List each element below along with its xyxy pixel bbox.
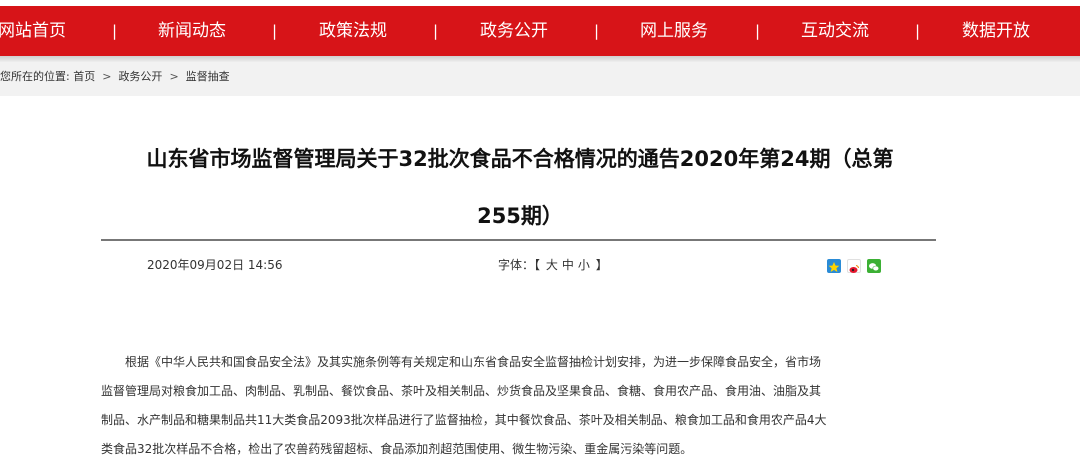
nav-item-interaction[interactable]: 互动交流 xyxy=(801,6,869,56)
nav-separator: | xyxy=(433,22,439,40)
nav-separator: | xyxy=(112,22,118,40)
nav-item-news[interactable]: 新闻动态 xyxy=(158,6,226,56)
article-title-line-2: 255期） xyxy=(477,204,563,228)
breadcrumb-gov-affairs[interactable]: 政务公开 xyxy=(118,70,162,83)
breadcrumb-bar: 您所在的位置: 首页 > 政务公开 > 监督抽查 xyxy=(0,62,1080,96)
nav-separator: | xyxy=(755,22,761,40)
breadcrumb-separator: > xyxy=(102,70,112,83)
body-line: 类食品32批次样品不合格，检出了农兽药残留超标、食品添加剂超范围使用、微生物污染… xyxy=(101,442,693,456)
nav-separator: | xyxy=(272,22,278,40)
font-bracket-close: 】 xyxy=(595,258,608,272)
font-size-large[interactable]: 大 xyxy=(544,258,560,272)
breadcrumb-separator: > xyxy=(169,70,179,83)
nav-item-online-service[interactable]: 网上服务 xyxy=(640,6,708,56)
breadcrumb-home[interactable]: 首页 xyxy=(73,70,95,83)
nav-item-policy[interactable]: 政策法规 xyxy=(319,6,387,56)
page: 网站首页 | 新闻动态 | 政策法规 | 政务公开 | 网上服务 | 互动交流 … xyxy=(0,0,1080,458)
body-line: 根据《中华人民共和国食品安全法》及其实施条例等有关规定和山东省食品安全监督抽检计… xyxy=(125,355,822,369)
font-size-label: 字体： xyxy=(498,258,535,272)
font-size-selector: 字体：【 大中小 】 xyxy=(498,256,608,273)
publish-date: 2020年09月02日 14:56 xyxy=(147,258,283,272)
nav-item-gov-affairs[interactable]: 政务公开 xyxy=(480,6,548,56)
font-size-medium[interactable]: 中 xyxy=(560,258,576,272)
title-divider xyxy=(101,239,936,241)
font-bracket-open: 【 xyxy=(534,258,541,272)
font-size-small[interactable]: 小 xyxy=(576,258,592,272)
nav-item-home[interactable]: 网站首页 xyxy=(0,6,66,56)
article-title-line-1: 山东省市场监督管理局关于32批次食品不合格情况的通告2020年第24期（总第 xyxy=(146,147,894,171)
nav-separator: | xyxy=(915,22,921,40)
breadcrumb: 您所在的位置: 首页 > 政务公开 > 监督抽查 xyxy=(0,62,230,96)
breadcrumb-supervision[interactable]: 监督抽查 xyxy=(186,70,230,83)
breadcrumb-prefix: 您所在的位置: xyxy=(0,70,70,83)
weibo-icon[interactable] xyxy=(847,259,861,273)
nav-item-open-data[interactable]: 数据开放 xyxy=(962,6,1030,56)
body-line: 监督管理局对粮食加工品、肉制品、乳制品、餐饮食品、茶叶及相关制品、炒货食品及坚果… xyxy=(101,384,822,398)
body-line: 制品、水产制品和糖果制品共11大类食品2093批次样品进行了监督抽检，其中餐饮食… xyxy=(101,413,827,427)
nav-separator: | xyxy=(594,22,600,40)
main-nav: 网站首页 | 新闻动态 | 政策法规 | 政务公开 | 网上服务 | 互动交流 … xyxy=(0,6,1080,56)
qzone-icon[interactable] xyxy=(827,259,841,273)
article-body: 根据《中华人民共和国食品安全法》及其实施条例等有关规定和山东省食品安全监督抽检计… xyxy=(101,348,941,458)
wechat-icon[interactable] xyxy=(867,259,881,273)
